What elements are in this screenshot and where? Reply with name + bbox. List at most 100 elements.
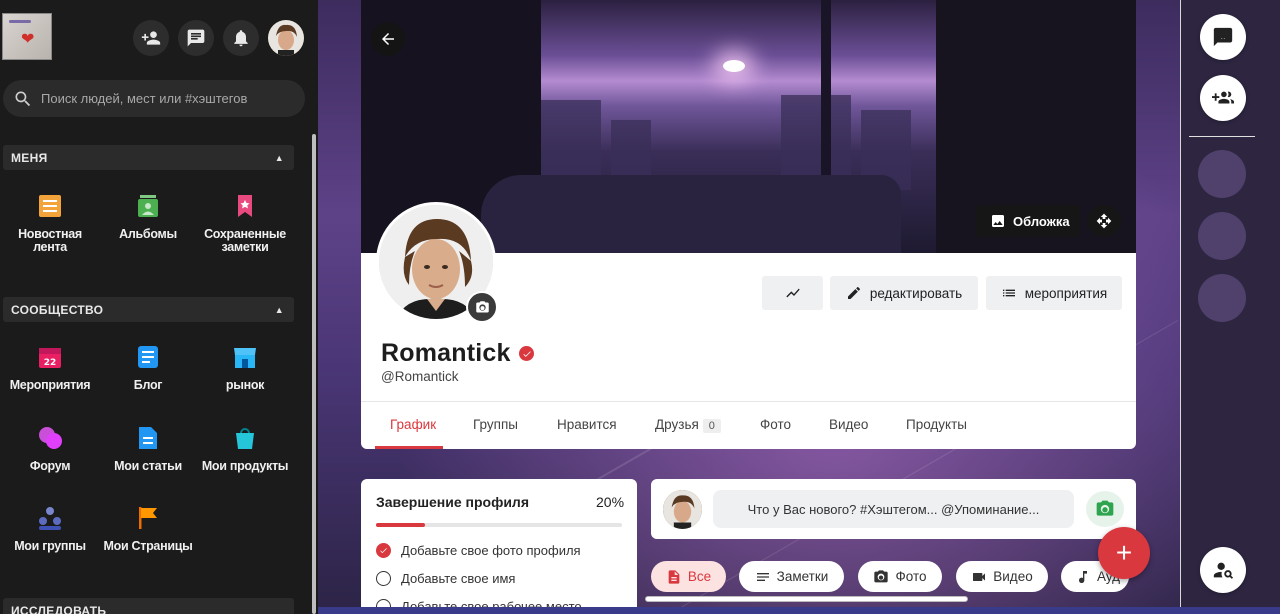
- section-header-explore[interactable]: ИССЛЕДОВАТЬ: [3, 598, 294, 614]
- back-button[interactable]: [371, 22, 405, 56]
- profile-handle: @Romantick: [381, 369, 459, 384]
- edit-profile-button[interactable]: редактировать: [830, 276, 978, 310]
- section-header-me[interactable]: МЕНЯ ▲: [3, 145, 294, 170]
- user-avatar-button[interactable]: [268, 20, 304, 56]
- messages-button[interactable]: [178, 20, 214, 56]
- change-avatar-button[interactable]: [466, 291, 498, 323]
- verified-badge-icon: [519, 346, 534, 361]
- section-header-community[interactable]: СООБЩЕСТВО ▲: [3, 297, 294, 322]
- search-input[interactable]: [41, 91, 291, 106]
- news-feed-icon: [39, 195, 61, 217]
- camera-icon: [874, 569, 889, 582]
- chat-settings-button[interactable]: [1200, 14, 1246, 60]
- post-input[interactable]: Что у Вас нового? #Хэштегом... @Упоминан…: [713, 490, 1074, 528]
- blog-icon: [138, 346, 158, 368]
- site-logo[interactable]: ❤: [2, 13, 52, 60]
- sidebar-scrollbar[interactable]: [312, 134, 316, 614]
- empty-circle-icon: [376, 571, 391, 586]
- sidebar-item-label: Новостная лента: [18, 227, 82, 254]
- filters-scrollbar[interactable]: [645, 596, 968, 602]
- shopping-bag-icon: [236, 428, 254, 449]
- sidebar-item-my-products[interactable]: Мои продукты: [197, 425, 293, 473]
- message-icon: [187, 29, 205, 47]
- add-friends-button[interactable]: [1200, 75, 1246, 121]
- reposition-cover-button[interactable]: [1087, 205, 1121, 237]
- sidebar-item-my-pages[interactable]: Мои Страницы: [100, 505, 196, 553]
- sidebar-item-news-feed[interactable]: Новостная лента: [2, 193, 98, 254]
- document-icon: [668, 569, 680, 584]
- bookmark-icon: [238, 195, 252, 217]
- sidebar-item-my-groups[interactable]: Мои группы: [2, 505, 98, 553]
- calendar-icon: 22: [39, 348, 61, 368]
- filter-videos[interactable]: Видео: [956, 561, 1048, 592]
- sidebar-item-my-articles[interactable]: Мои статьи: [100, 425, 196, 473]
- tab-label: График: [390, 417, 437, 432]
- section-title: ИССЛЕДОВАТЬ: [11, 603, 107, 614]
- completion-title: Завершение профиля: [376, 494, 529, 510]
- left-sidebar: ❤ МЕНЯ ▲ Новостная лента Альбомы Сохране…: [0, 0, 318, 614]
- groups-icon: [39, 507, 61, 530]
- sidebar-item-market[interactable]: рынок: [197, 344, 293, 392]
- notes-icon: [756, 572, 769, 581]
- sidebar-item-events[interactable]: 22 Мероприятия: [2, 344, 98, 392]
- search-bar[interactable]: [3, 80, 305, 117]
- sidebar-item-label: Мои статьи: [114, 459, 182, 473]
- friends-count-badge: 0: [702, 419, 721, 433]
- bottom-strip: [318, 607, 1280, 614]
- completion-item[interactable]: Добавьте свое имя: [376, 571, 515, 586]
- sidebar-item-label: рынок: [225, 378, 265, 392]
- tab-products[interactable]: Продукты: [906, 417, 967, 432]
- post-input-placeholder: Что у Вас нового? #Хэштегом... @Упоминан…: [747, 501, 1040, 517]
- tab-timeline[interactable]: График: [390, 417, 436, 432]
- filter-all[interactable]: Все: [651, 561, 726, 592]
- check-circle-icon: [376, 543, 391, 558]
- tab-friends[interactable]: Друзья 0: [655, 417, 721, 433]
- list-icon: [1002, 289, 1015, 297]
- tab-label: Фото: [760, 417, 792, 432]
- sidebar-item-saved-notes[interactable]: Сохраненные заметки: [197, 193, 293, 254]
- sidebar-item-albums[interactable]: Альбомы: [100, 193, 196, 241]
- completion-progress-bar: [376, 523, 622, 527]
- sidebar-item-label: Мои продукты: [201, 459, 289, 473]
- edit-label: редактировать: [869, 285, 963, 301]
- camera-icon: [475, 300, 489, 312]
- image-icon: [992, 215, 1004, 227]
- filter-label: Видео: [993, 569, 1033, 584]
- filter-label: Фото: [895, 569, 927, 584]
- add-friend-button[interactable]: [133, 20, 169, 56]
- albums-icon: [138, 195, 158, 217]
- bell-icon: [234, 30, 248, 47]
- articles-icon: [139, 427, 157, 449]
- add-photo-button[interactable]: [1086, 491, 1124, 527]
- store-icon: [234, 348, 256, 368]
- group-add-icon: [1212, 91, 1234, 104]
- activity-button[interactable]: [762, 276, 823, 310]
- change-cover-button[interactable]: Обложка: [976, 205, 1080, 237]
- completion-item[interactable]: Добавьте свое фото профиля: [376, 543, 581, 558]
- sidebar-item-forum[interactable]: Форум: [2, 425, 98, 473]
- sidebar-item-label: Мероприятия: [9, 378, 91, 392]
- sidebar-item-label: Сохраненные заметки: [204, 227, 286, 254]
- svg-text:22: 22: [44, 358, 57, 368]
- notifications-button[interactable]: [223, 20, 259, 56]
- tab-videos[interactable]: Видео: [829, 417, 868, 432]
- events-label: мероприятия: [1024, 285, 1108, 301]
- events-button[interactable]: мероприятия: [986, 276, 1122, 310]
- sidebar-item-label: Блог: [133, 378, 163, 392]
- filter-photos[interactable]: Фото: [858, 561, 942, 592]
- filter-notes[interactable]: Заметки: [739, 561, 844, 592]
- tab-groups[interactable]: Группы: [473, 417, 518, 432]
- sidebar-item-label: Мои Страницы: [103, 539, 193, 553]
- tab-photos[interactable]: Фото: [760, 417, 791, 432]
- completion-item-label: Добавьте свое имя: [401, 571, 516, 586]
- section-title: МЕНЯ: [11, 150, 48, 165]
- tab-label: Продукты: [906, 417, 967, 432]
- chevron-up-icon: ▲: [274, 152, 284, 163]
- find-people-button[interactable]: [1200, 547, 1246, 593]
- pencil-icon: [847, 287, 860, 299]
- create-post-button[interactable]: +: [1098, 527, 1150, 579]
- music-note-icon: [1079, 570, 1087, 583]
- tab-likes[interactable]: Нравится: [557, 417, 617, 432]
- sidebar-item-blog[interactable]: Блог: [100, 344, 196, 392]
- completion-progress-fill: [376, 523, 426, 527]
